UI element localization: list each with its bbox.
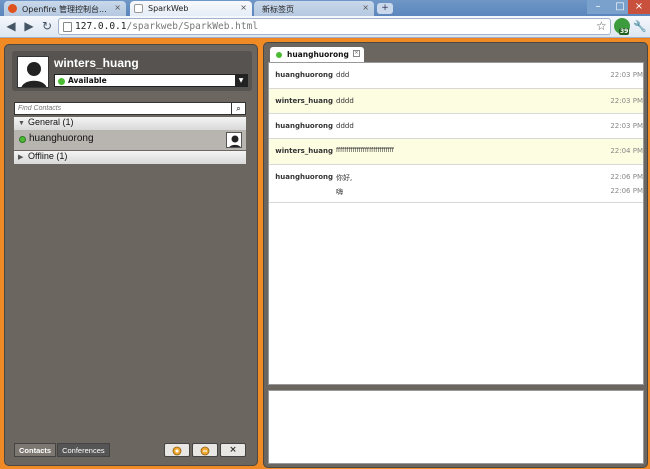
browser-tab-sparkweb[interactable]: SparkWeb × — [130, 1, 252, 16]
tab-conferences[interactable]: Conferences — [57, 443, 110, 457]
message-log: huanghuorong ddd 22:03 PM winters_huang … — [268, 62, 644, 385]
message-text: dddd — [336, 97, 354, 105]
available-status-icon — [19, 136, 26, 143]
group-label: General (1) — [28, 117, 74, 127]
user-silhouette-icon — [18, 57, 48, 87]
user-avatar — [17, 56, 49, 88]
message-time: 22:06 PM — [610, 173, 643, 181]
message-row: huanghuorong 你好, 22:06 PM 嗨 22:06 PM — [269, 165, 643, 203]
join-conference-button[interactable] — [192, 443, 218, 457]
contact-row[interactable]: huanghuorong — [14, 130, 246, 150]
chevron-down-icon[interactable]: ▼ — [235, 75, 247, 86]
message-input[interactable] — [269, 391, 643, 463]
message-row: winters_huang ffffffffffffffffffffffffff… — [269, 139, 643, 165]
message-row: huanghuorong dddd 22:03 PM — [269, 114, 643, 139]
contact-name: huanghuorong — [29, 133, 94, 144]
message-text: ffffffffffffffffffffffffffff — [336, 147, 394, 154]
message-sender: winters_huang — [275, 147, 333, 155]
message-input-box — [268, 390, 644, 464]
message-time: 22:03 PM — [610, 122, 643, 130]
browser-toolbar: ◀ ▶ ↻ 127.0.0.1/sparkweb/SparkWeb.html — [0, 16, 650, 38]
contact-avatar — [226, 132, 242, 148]
conference-icon — [200, 446, 210, 456]
reload-icon[interactable]: ↻ — [40, 19, 54, 33]
username-label: winters_huang — [54, 56, 139, 70]
search-icon[interactable]: ⌕ — [231, 103, 245, 114]
roster-panel: winters_huang Available ▼ ⌕ ▼General (1)… — [4, 44, 258, 466]
tab-contacts[interactable]: Contacts — [14, 443, 57, 457]
openfire-favicon-icon — [8, 4, 17, 13]
user-silhouette-icon — [227, 133, 241, 147]
available-status-icon — [58, 78, 65, 85]
add-contact-icon — [172, 446, 182, 456]
presence-dropdown[interactable]: Available ▼ — [54, 74, 248, 87]
contact-list: ▼ General (1) huanghuorong ▶ Offline (1) — [14, 117, 246, 437]
close-tab-icon[interactable]: × — [362, 3, 369, 12]
back-arrow-icon[interactable]: ◀ — [4, 19, 18, 33]
browser-tab-label: SparkWeb — [148, 4, 189, 13]
contact-search: ⌕ — [14, 102, 246, 115]
message-sender: winters_huang — [275, 97, 333, 105]
message-text: ddd — [336, 71, 350, 79]
page-favicon-icon — [134, 4, 143, 13]
chat-tab[interactable]: huanghuorong × — [270, 47, 364, 62]
browser-tab-new[interactable]: 新标签页 × — [254, 1, 374, 16]
message-time: 22:03 PM — [610, 97, 643, 105]
group-offline[interactable]: ▶ Offline (1) — [14, 151, 246, 164]
available-status-icon — [276, 52, 282, 58]
chat-tab-label: huanghuorong — [287, 50, 349, 59]
url-path: /sparkweb/SparkWeb.html — [126, 21, 259, 32]
group-general[interactable]: ▼ General (1) — [14, 117, 246, 130]
browser-tab-strip: Openfire 管理控制台... × SparkWeb × 新标签页 × + … — [0, 0, 650, 16]
extension-badge: 39 — [619, 28, 630, 35]
presence-value: Available — [68, 76, 107, 85]
page-content: winters_huang Available ▼ ⌕ ▼General (1)… — [0, 39, 650, 469]
contact-search-input[interactable] — [15, 103, 230, 114]
message-row: winters_huang dddd 22:03 PM — [269, 89, 643, 114]
add-contact-button[interactable] — [164, 443, 190, 457]
message-time: 22:03 PM — [610, 71, 643, 79]
message-sender: huanghuorong — [275, 173, 333, 181]
address-bar[interactable]: 127.0.0.1/sparkweb/SparkWeb.html — [58, 18, 611, 35]
browser-tab-openfire[interactable]: Openfire 管理控制台... × — [4, 1, 126, 16]
bookmark-star-icon[interactable]: ☆ — [596, 19, 607, 33]
message-row: huanghuorong ddd 22:03 PM — [269, 63, 643, 89]
close-button[interactable]: × — [220, 443, 246, 457]
collapse-triangle-icon: ▶ — [18, 154, 24, 161]
message-time: 22:04 PM — [610, 147, 643, 155]
message-time: 22:06 PM — [610, 187, 643, 195]
close-tab-icon[interactable]: × — [114, 3, 121, 12]
minimize-window-icon[interactable]: – — [587, 0, 609, 14]
message-text: dddd — [336, 122, 354, 130]
message-text: 你好, — [336, 174, 353, 182]
close-tab-icon[interactable]: × — [240, 3, 247, 12]
chat-panel: huanghuorong × huanghuorong ddd 22:03 PM… — [263, 42, 648, 468]
message-sender: huanghuorong — [275, 71, 333, 79]
wrench-icon[interactable]: 🔧 — [633, 20, 647, 33]
new-tab-button[interactable]: + — [377, 3, 393, 14]
profile-box: winters_huang Available ▼ — [12, 51, 252, 91]
roster-tabs: Contacts Conferences — [14, 443, 111, 457]
forward-arrow-icon[interactable]: ▶ — [22, 19, 36, 33]
page-icon — [63, 22, 72, 32]
close-chat-icon[interactable]: × — [353, 50, 360, 57]
group-label: Offline (1) — [28, 151, 68, 161]
browser-tab-label: 新标签页 — [262, 5, 294, 14]
browser-tab-label: Openfire 管理控制台... — [22, 5, 107, 14]
url-host: 127.0.0.1 — [75, 21, 127, 32]
expand-triangle-icon: ▼ — [18, 120, 25, 127]
url-text: 127.0.0.1/sparkweb/SparkWeb.html — [75, 21, 258, 32]
message-text: 嗨 — [336, 188, 343, 196]
close-window-icon[interactable]: × — [628, 0, 650, 14]
message-sender: huanghuorong — [275, 122, 333, 130]
